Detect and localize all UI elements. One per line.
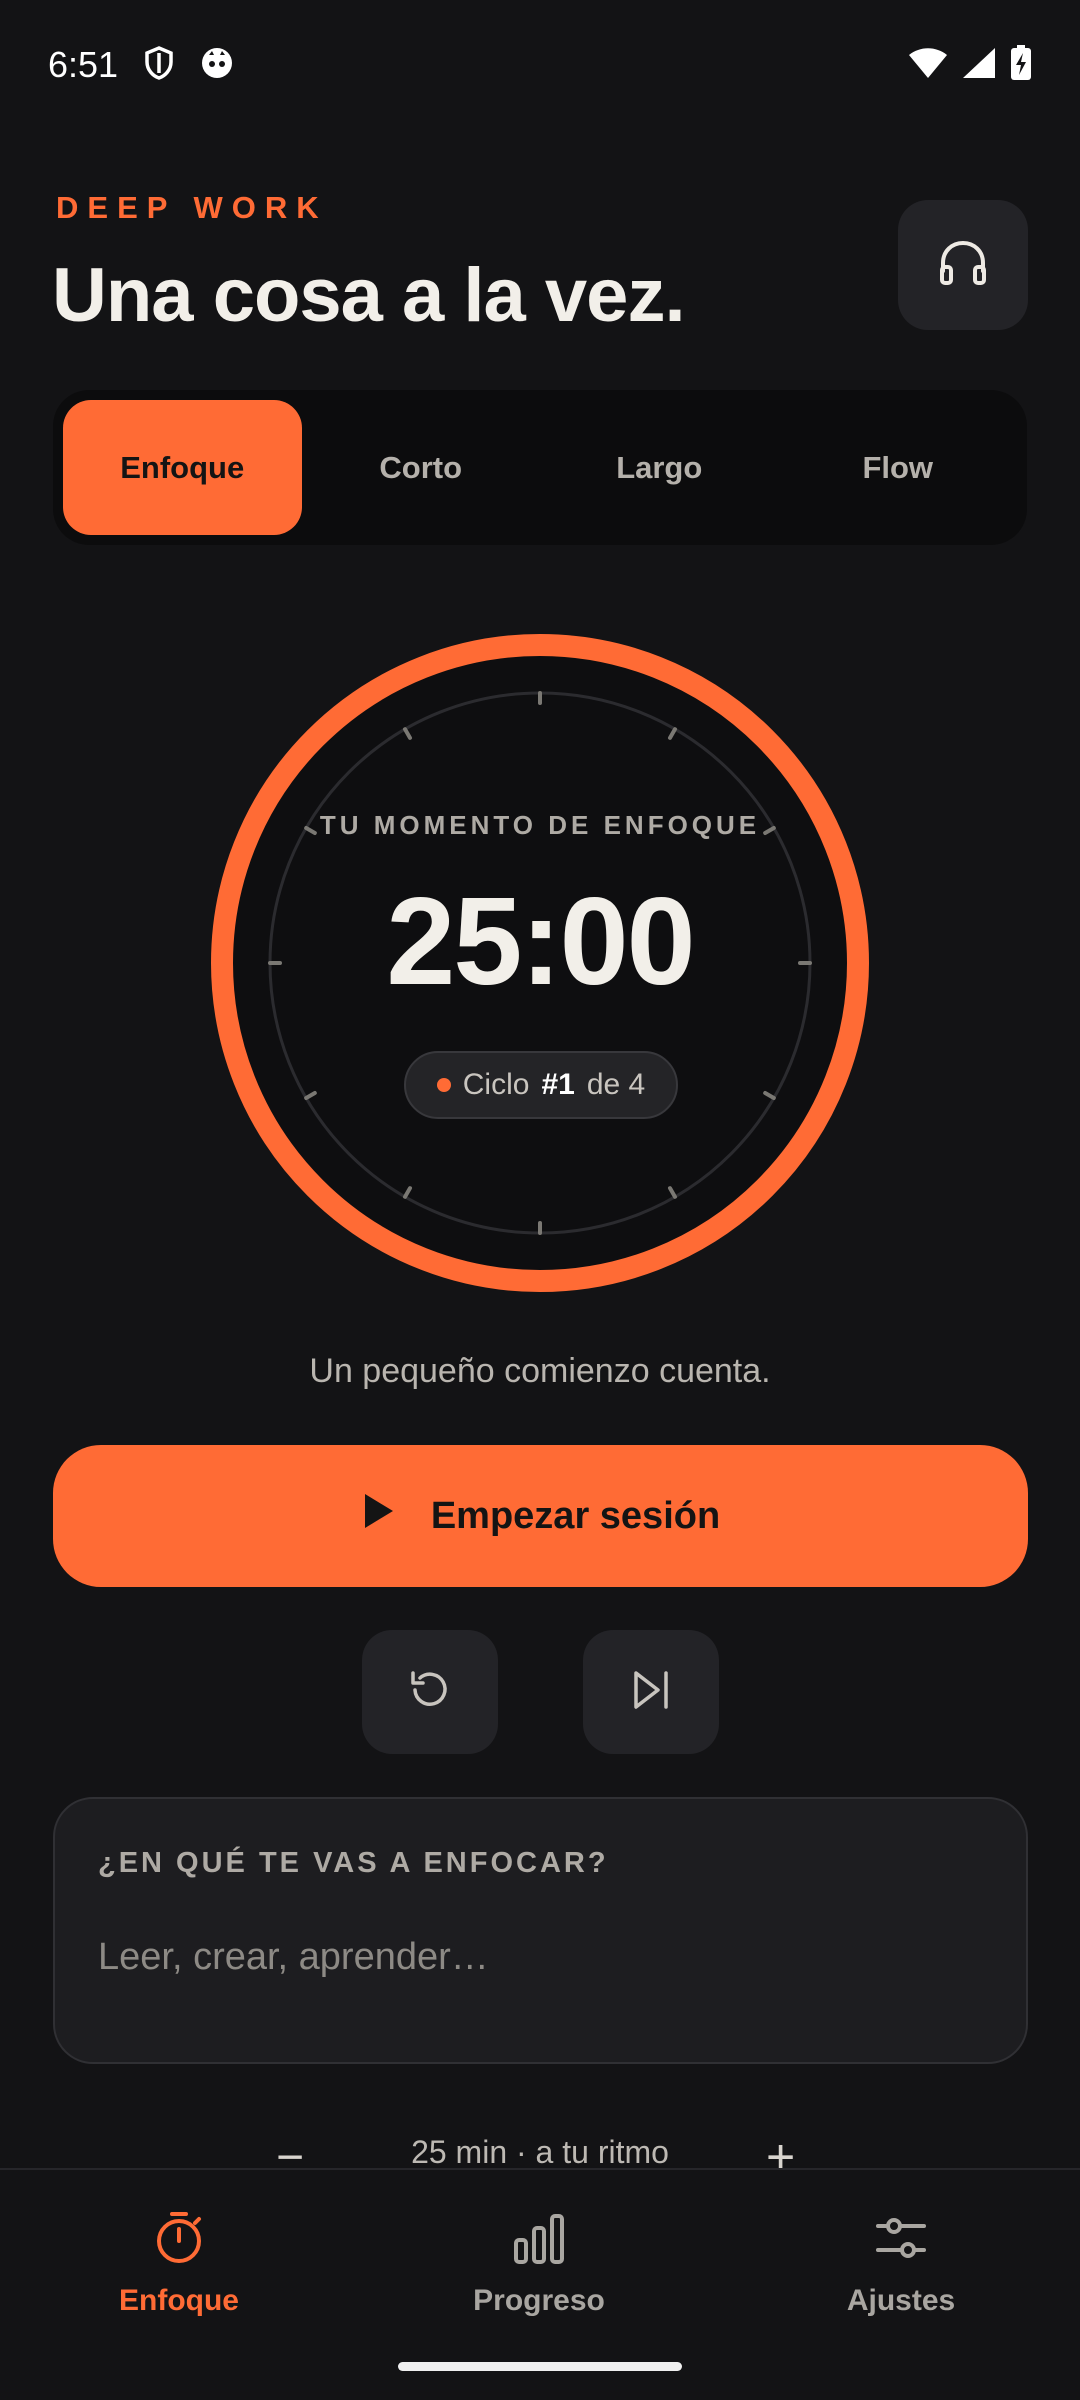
headphones-icon	[937, 237, 989, 294]
nav-item-ajustes[interactable]: Ajustes	[771, 2210, 1031, 2340]
status-time: 6:51	[48, 44, 119, 85]
focus-question: ¿EN QUÉ TE VAS A ENFOCAR?	[98, 1847, 609, 1879]
nav-item-progreso[interactable]: Progreso	[409, 2210, 669, 2340]
timer-value: 25:00	[386, 873, 695, 1011]
home-indicator[interactable]	[398, 2362, 682, 2371]
start-session-button[interactable]: Empezar sesión	[53, 1445, 1028, 1587]
cycle-badge: Ciclo #1 de 4	[404, 1051, 678, 1119]
cycle-dot	[436, 1078, 451, 1092]
tab-enfoque[interactable]: Enfoque	[63, 400, 302, 535]
status-left: 6:51	[48, 44, 234, 86]
duration-text: 25 min · a tu ritmo	[411, 2134, 669, 2170]
status-right	[908, 44, 1032, 86]
skip-button[interactable]	[583, 1630, 719, 1754]
bar-chart-icon	[512, 2210, 566, 2274]
cycle-prefix: Ciclo	[462, 1068, 530, 1101]
tab-flow[interactable]: Flow	[779, 400, 1018, 535]
audio-button[interactable]	[898, 200, 1028, 330]
tab-largo[interactable]: Largo	[540, 400, 779, 535]
shield-icon	[144, 45, 174, 85]
tab-corto[interactable]: Corto	[302, 400, 541, 535]
page-title: Una cosa a la vez.	[52, 253, 686, 338]
nav-label-progreso: Progreso	[473, 2284, 605, 2317]
reset-icon	[405, 1665, 455, 1720]
cat-icon	[200, 46, 234, 85]
focus-card: ¿EN QUÉ TE VAS A ENFOCAR?	[53, 1797, 1028, 2064]
timer-label: TU MOMENTO DE ENFOQUE	[319, 810, 761, 840]
play-icon	[361, 1492, 395, 1540]
wifi-icon	[908, 47, 948, 84]
sliders-icon	[874, 2210, 928, 2274]
mode-tabs: Enfoque Corto Largo Flow	[53, 390, 1027, 545]
cycle-number: #1	[541, 1068, 575, 1101]
eyebrow-label: DEEP WORK	[56, 190, 328, 225]
stopwatch-icon	[152, 2210, 206, 2274]
motivation-text: Un pequeño comienzo cuenta.	[309, 1352, 771, 1390]
cycle-suffix: de 4	[586, 1068, 646, 1101]
skip-next-icon	[626, 1665, 676, 1720]
start-session-label: Empezar sesión	[430, 1494, 721, 1537]
battery-charging-icon	[1010, 44, 1032, 86]
reset-button[interactable]	[362, 1630, 498, 1754]
nav-label-ajustes: Ajustes	[846, 2284, 956, 2317]
focus-input[interactable]	[98, 1927, 978, 1987]
signal-icon	[962, 47, 996, 84]
nav-label-enfoque: Enfoque	[119, 2284, 239, 2317]
nav-item-enfoque[interactable]: Enfoque	[49, 2210, 309, 2340]
status-bar: 6:51	[0, 0, 1080, 130]
timer-dial: TU MOMENTO DE ENFOQUE 25:00 Ciclo #1 de …	[210, 633, 870, 1293]
